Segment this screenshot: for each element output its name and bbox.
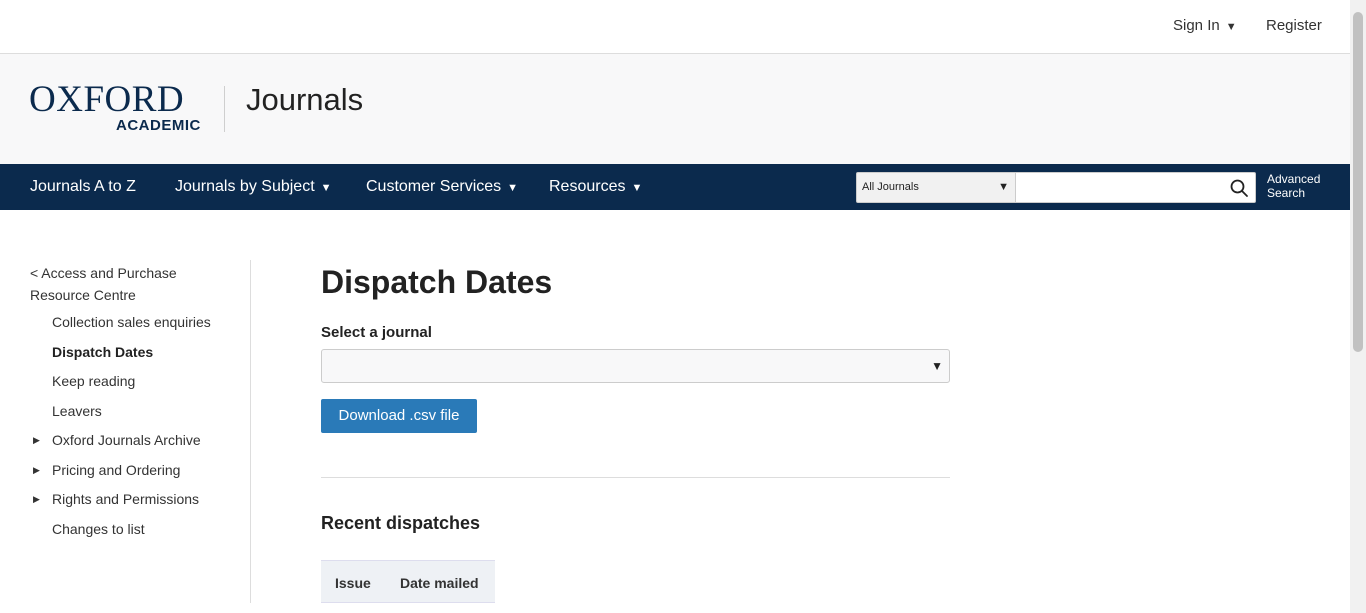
caret-down-icon: ▼ [1225, 21, 1237, 33]
search-icon[interactable] [1229, 178, 1249, 198]
sidebar-item-pricing-and-ordering[interactable]: Pricing and Ordering [52, 462, 180, 478]
sidebar-item-dispatch-dates[interactable]: Dispatch Dates [52, 344, 153, 360]
column-header-date-mailed: Date mailed [400, 575, 479, 591]
sidebar-item-collection-sales-enquiries[interactable]: Collection sales enquiries [52, 314, 211, 330]
expand-arrow-icon[interactable]: ▶ [33, 465, 40, 476]
page-title: Dispatch Dates [321, 264, 553, 300]
advanced-search-line2[interactable]: Search [1267, 186, 1320, 200]
search-scope-select[interactable]: All Journals ▼ [856, 172, 1016, 203]
sign-in-label[interactable]: Sign In [1173, 17, 1220, 34]
logo-divider [224, 86, 225, 132]
download-csv-button[interactable]: Download .csv file [321, 399, 477, 433]
nav-resources[interactable]: Resources ▼ [549, 178, 642, 196]
nav-label[interactable]: Resources [549, 178, 625, 195]
sidebar-item-keep-reading[interactable]: Keep reading [52, 373, 135, 389]
site-section-title[interactable]: Journals [246, 82, 363, 118]
search-scope-value: All Journals [862, 181, 919, 193]
caret-down-icon: ▼ [998, 181, 1009, 193]
section-divider [321, 477, 950, 478]
scrollbar-thumb[interactable] [1353, 12, 1363, 352]
sidebar-item-changes-to-list[interactable]: Changes to list [52, 521, 145, 537]
advanced-search-line1[interactable]: Advanced [1267, 172, 1320, 186]
sidebar-item-rights-and-permissions[interactable]: Rights and Permissions [52, 491, 199, 507]
utility-bar: Sign In ▼ Register [0, 0, 1350, 54]
advanced-search-link[interactable]: Advanced Search [1267, 172, 1320, 200]
journal-select[interactable]: ▼ [321, 349, 950, 383]
expand-arrow-icon[interactable]: ▶ [33, 435, 40, 446]
nav-customer-services[interactable]: Customer Services ▼ [366, 178, 518, 196]
expand-arrow-icon[interactable]: ▶ [33, 494, 40, 505]
sidebar-divider [250, 260, 251, 603]
sidebar-item-leavers[interactable]: Leavers [52, 403, 102, 419]
nav-label[interactable]: Journals A to Z [30, 178, 136, 195]
brand-header: OXFORD ACADEMIC Journals [0, 54, 1350, 164]
nav-journals-by-subject[interactable]: Journals by Subject ▼ [175, 178, 332, 196]
register-link[interactable]: Register [1266, 17, 1322, 34]
caret-down-icon: ▼ [631, 182, 643, 194]
main-navigation: Journals A to Z Journals by Subject ▼ Cus… [0, 164, 1350, 210]
academic-logo-text[interactable]: ACADEMIC [116, 117, 201, 134]
search-box[interactable] [1016, 172, 1256, 203]
oxford-logo[interactable]: OXFORD [29, 80, 184, 120]
caret-down-icon: ▼ [320, 182, 332, 194]
sidebar-item-oxford-journals-archive[interactable]: Oxford Journals Archive [52, 432, 201, 448]
page-scrollbar[interactable] [1350, 0, 1366, 613]
back-link[interactable]: < Access and Purchase Resource Centre [30, 262, 210, 306]
caret-down-icon: ▼ [931, 359, 943, 373]
dispatch-table-header: Issue Date mailed [321, 560, 495, 603]
caret-down-icon: ▼ [507, 182, 519, 194]
search-input[interactable] [1016, 173, 1226, 202]
sign-in-menu[interactable]: Sign In ▼ [1173, 17, 1237, 34]
select-journal-label: Select a journal [321, 324, 432, 341]
nav-label[interactable]: Customer Services [366, 178, 501, 195]
nav-label[interactable]: Journals by Subject [175, 178, 315, 195]
nav-journals-a-to-z[interactable]: Journals A to Z [30, 178, 136, 196]
recent-dispatches-heading: Recent dispatches [321, 513, 481, 533]
column-header-issue: Issue [335, 575, 371, 591]
